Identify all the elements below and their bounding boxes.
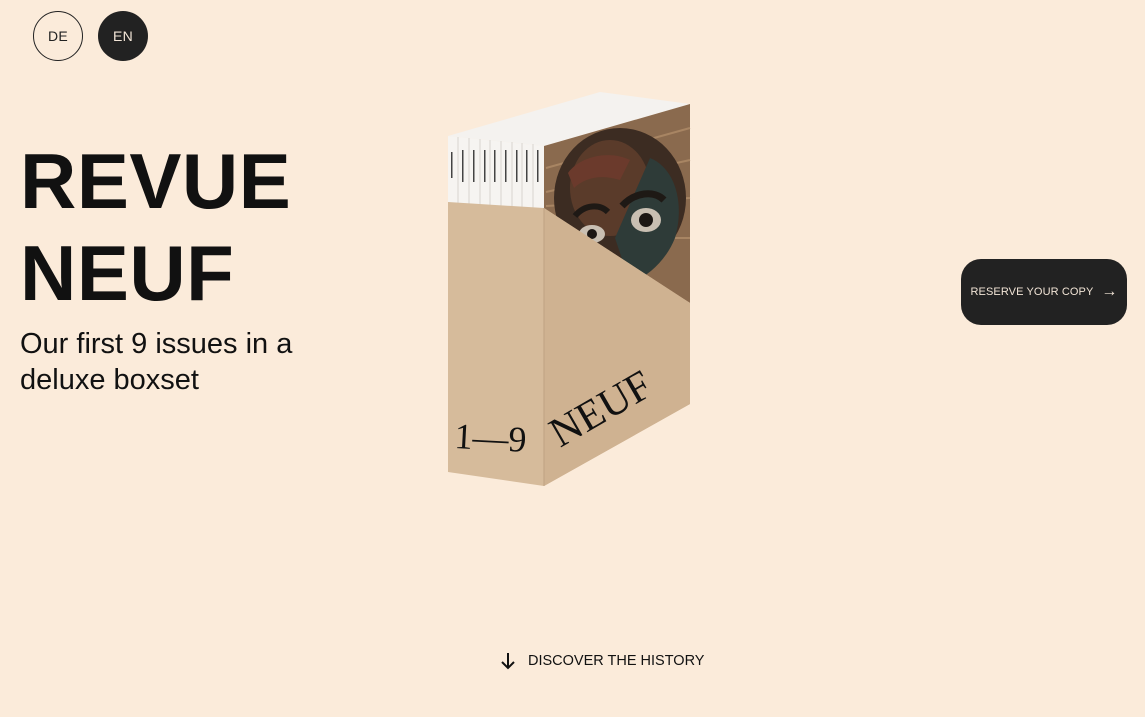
title-line-revue: REVUE [20, 137, 292, 225]
arrow-right-icon: → [1101, 283, 1118, 300]
language-de-button[interactable]: DE [33, 11, 83, 61]
language-en-button[interactable]: EN [98, 11, 148, 61]
reserve-copy-label: RESERVE YOUR COPY [970, 286, 1094, 298]
arrow-down-icon [500, 652, 516, 670]
page-subtitle: Our first 9 issues in a deluxe boxset [20, 328, 293, 396]
title-line-neuf: NEUF [20, 229, 235, 317]
boxset-product-image: 1—9 NEUF [440, 88, 700, 498]
discover-history-label: DISCOVER THE HISTORY [528, 653, 705, 669]
discover-history-link[interactable]: DISCOVER THE HISTORY [500, 652, 704, 670]
boxset-numbers-text: 1—9 [454, 416, 528, 460]
boxset-illustration: 1—9 NEUF [448, 92, 691, 486]
page-title: REVUE NEUF [20, 135, 291, 319]
reserve-copy-button[interactable]: RESERVE YOUR COPY → [961, 259, 1127, 325]
language-switcher: DE EN [33, 11, 148, 61]
